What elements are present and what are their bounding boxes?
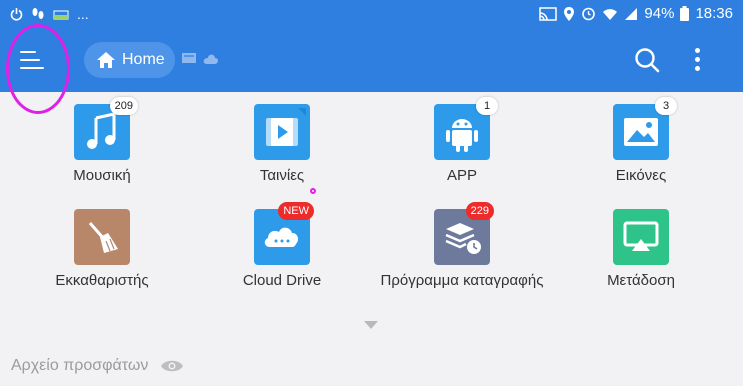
tile-music[interactable]: 209 Μουσική xyxy=(2,97,202,184)
recent-files-label: Αρχείο προσφάτων xyxy=(11,357,149,374)
tile-cleaner[interactable]: Εκκαθαριστής xyxy=(2,209,202,289)
tile-label: APP xyxy=(446,167,477,184)
status-right: 94% 18:36 xyxy=(539,5,733,22)
cast-icon xyxy=(613,209,669,265)
power-icon xyxy=(10,8,23,21)
status-left: ... xyxy=(10,6,89,22)
hamburger-menu-button[interactable] xyxy=(20,48,46,72)
tile-label: Ταινίες xyxy=(259,167,305,184)
window-icon[interactable] xyxy=(182,53,196,65)
cloud-icon[interactable] xyxy=(203,53,219,65)
app-toolbar: Home xyxy=(0,29,743,92)
cast-icon xyxy=(539,6,558,21)
wifi-icon xyxy=(603,8,618,20)
music-icon: 209 xyxy=(74,97,138,160)
location-icon xyxy=(564,6,575,21)
overflow-menu-button[interactable] xyxy=(688,46,708,74)
footsteps-icon xyxy=(32,8,44,19)
home-label: Home xyxy=(122,51,165,68)
count-badge: 229 xyxy=(465,202,494,220)
count-badge: 3 xyxy=(655,97,677,115)
alarm-icon xyxy=(582,7,596,21)
battery-icon xyxy=(680,6,690,21)
count-badge: 209 xyxy=(109,97,138,115)
clock: 18:36 xyxy=(695,5,733,22)
count-badge: 1 xyxy=(476,97,498,115)
log-stack-icon: 229 xyxy=(434,202,494,265)
new-badge: NEW xyxy=(278,202,314,220)
dot-icon xyxy=(695,57,700,62)
video-icon xyxy=(254,104,310,160)
tile-label: Πρόγραμμα καταγραφής xyxy=(380,272,544,289)
tile-logger[interactable]: 229 Πρόγραμμα καταγραφής xyxy=(362,202,562,289)
cloud-icon: NEW xyxy=(254,202,314,265)
tile-label: Μετάδοση xyxy=(607,272,675,289)
tile-cloud-drive[interactable]: NEW Cloud Drive xyxy=(182,202,382,289)
dot-icon xyxy=(695,48,700,53)
eye-icon[interactable] xyxy=(160,358,184,374)
tile-label: Cloud Drive xyxy=(242,272,322,289)
tile-images[interactable]: 3 Εικόνες xyxy=(541,97,741,184)
tile-movies[interactable]: Ταινίες xyxy=(182,104,382,184)
menu-line-icon xyxy=(20,51,36,53)
signal-icon xyxy=(625,7,638,20)
dot-icon xyxy=(695,66,700,71)
broom-icon xyxy=(74,209,130,265)
tile-cast[interactable]: Μετάδοση xyxy=(541,209,741,289)
status-bar: ... 94% 18:36 xyxy=(0,0,743,29)
android-icon: 1 xyxy=(434,97,498,160)
home-breadcrumb[interactable]: Home xyxy=(84,42,175,78)
tile-label: Εικόνες xyxy=(615,167,667,184)
search-icon xyxy=(635,48,660,73)
status-more-dots: ... xyxy=(77,6,89,22)
battery-percentage: 94% xyxy=(644,5,675,22)
data-saver-icon xyxy=(53,10,69,20)
home-icon xyxy=(97,52,115,68)
breadcrumb-extra xyxy=(182,53,219,65)
expand-chevron-icon[interactable] xyxy=(364,321,378,329)
annotation-dot xyxy=(310,188,316,194)
menu-line-icon xyxy=(20,59,40,61)
tile-app[interactable]: 1 APP xyxy=(362,97,562,184)
search-button[interactable] xyxy=(633,46,661,74)
tile-label: Μουσική xyxy=(73,167,131,184)
image-icon: 3 xyxy=(613,97,677,160)
recent-files-header[interactable]: Αρχείο προσφάτων xyxy=(11,357,184,375)
tile-label: Εκκαθαριστής xyxy=(55,272,149,289)
menu-line-icon xyxy=(20,67,44,69)
